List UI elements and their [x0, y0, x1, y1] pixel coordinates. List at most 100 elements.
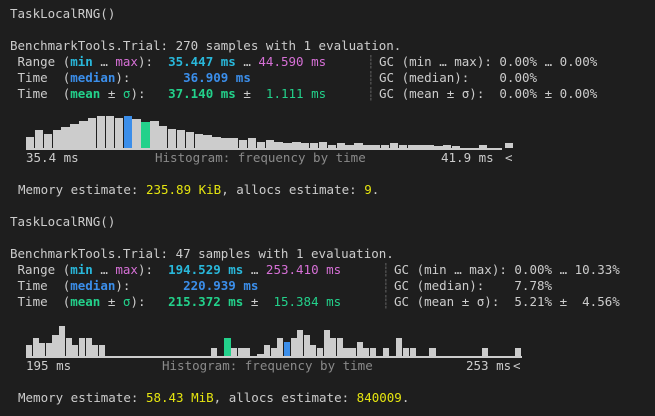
bench1-memory-row: Memory estimate: 235.89 KiB, allocs esti…	[18, 182, 379, 198]
histogram-bar	[70, 124, 79, 148]
bench1-header: TaskLocalRNG()	[10, 6, 116, 21]
range-label: Range	[10, 262, 63, 277]
ellipsis: …	[235, 54, 259, 69]
histogram-bar	[212, 137, 221, 148]
histogram-bar	[244, 348, 251, 356]
bench2-gc-median: GC (median): 7.78%	[394, 278, 553, 293]
histogram-bar	[230, 138, 239, 148]
histogram-bar	[26, 345, 33, 356]
histogram-bar	[123, 116, 132, 148]
memory-label: Memory estimate:	[18, 390, 146, 405]
histogram-bar	[265, 140, 274, 148]
histogram-bar	[132, 119, 141, 148]
mean-value: 37.140 ms	[168, 86, 236, 101]
histogram-bar	[383, 348, 390, 356]
histogram-bar	[343, 348, 350, 356]
histogram-bar	[316, 348, 324, 356]
histogram-bar	[159, 126, 168, 148]
histogram-bar	[39, 343, 46, 356]
histogram-bar	[85, 338, 92, 356]
time-label: Time	[10, 294, 63, 309]
mean-key: mean	[70, 294, 101, 309]
histogram-bar	[72, 345, 79, 356]
histogram-bar	[303, 335, 310, 356]
histogram-bar	[310, 345, 317, 356]
histogram-bar	[221, 138, 230, 148]
histogram-bar	[402, 348, 410, 356]
histogram-bar	[43, 134, 53, 148]
min-value: 35.447 ms	[168, 54, 236, 69]
histogram-bar	[330, 338, 337, 356]
histogram-bar	[396, 338, 403, 356]
histogram-bar	[224, 338, 231, 356]
plus-minus: ±	[100, 86, 123, 101]
hist-overflow-arrow: <	[513, 358, 521, 373]
hist-right-label: 41.9 ms	[441, 150, 494, 165]
histogram-bar	[150, 121, 159, 148]
median-key: median	[70, 70, 116, 85]
paren: ):	[137, 262, 154, 277]
column-separator: ┊	[367, 54, 375, 69]
bench1-gc-range: GC (min … max): 0.00% … 0.00%	[379, 54, 598, 69]
histogram-bar	[356, 342, 363, 356]
histogram-bar	[114, 118, 124, 148]
ellipsis: …	[92, 262, 116, 277]
min-value: 194.529 ms	[168, 262, 244, 277]
ellipsis: …	[243, 262, 266, 277]
time-label: Time	[10, 70, 63, 85]
column-separator: ┊	[367, 70, 375, 85]
hist-left-label: 35.4 ms	[26, 150, 79, 165]
histogram-bar	[59, 326, 66, 356]
bench2-trial-summary: BenchmarkTools.Trial: 47 samples with 1 …	[10, 246, 394, 261]
histogram-bar	[61, 127, 70, 148]
bench2-gc-mean: GC (mean ± σ): 5.21% ± 4.56%	[394, 294, 620, 309]
bench1-median-row: Time (median): 36.909 ms	[10, 70, 251, 86]
bench1-histogram	[26, 116, 514, 148]
min-key: min	[70, 54, 93, 69]
bench1-range-row: Range (min … max): 35.447 ms … 44.590 ms	[10, 54, 327, 70]
histogram-bar	[247, 138, 257, 148]
paren: ):	[130, 294, 146, 309]
max-value: 253.410 ms	[265, 262, 342, 277]
histogram-bar	[78, 338, 86, 356]
histogram-bar	[88, 118, 97, 148]
column-separator: ┊	[382, 294, 390, 309]
paren: ):	[115, 278, 131, 293]
column-separator: ┊	[367, 86, 375, 101]
bench2-histogram	[26, 324, 522, 356]
histogram-bar	[264, 345, 271, 356]
terminal-output: TaskLocalRNG() BenchmarkTools.Trial: 270…	[0, 0, 655, 416]
histogram-bar	[52, 130, 61, 148]
time-label: Time	[10, 86, 63, 101]
bench1-gc-mean: GC (mean ± σ): 0.00% ± 0.00%	[379, 86, 598, 101]
range-label: Range	[10, 54, 63, 69]
min-key: min	[70, 262, 93, 277]
period: .	[371, 182, 380, 197]
plus-minus: ±	[235, 86, 259, 101]
histogram-bar	[105, 116, 115, 148]
histogram-bar	[363, 348, 370, 356]
paren: ):	[115, 70, 131, 85]
histogram-bar	[167, 129, 177, 148]
column-separator: ┊	[382, 278, 390, 293]
max-key: max	[115, 262, 138, 277]
bench1-trial-summary: BenchmarkTools.Trial: 270 samples with 1…	[10, 38, 402, 53]
bench2-range-row: Range (min … max): 194.529 ms … 253.410 …	[10, 262, 342, 278]
histogram-bar	[34, 130, 44, 148]
bench2-median-row: Time (median): 220.939 ms	[10, 278, 259, 294]
histogram-bar	[290, 338, 297, 356]
mean-key: mean	[70, 86, 101, 101]
histogram-bar	[336, 338, 343, 356]
memory-value: 58.43 MiB	[145, 390, 214, 405]
ellipsis: …	[92, 54, 116, 69]
paren: ):	[130, 86, 146, 101]
histogram-bar	[185, 132, 195, 148]
histogram-bar	[323, 330, 330, 356]
median-value: 220.939 ms	[183, 278, 259, 293]
hist-overflow-arrow: <	[505, 150, 513, 165]
time-label: Time	[10, 278, 63, 293]
bench1-mean-row: Time (mean ± σ): 37.140 ms ± 1.111 ms	[10, 86, 327, 102]
max-value: 44.590 ms	[258, 54, 327, 69]
bench1-gc-median: GC (median): 0.00%	[379, 70, 538, 85]
histogram-bar	[98, 345, 105, 356]
